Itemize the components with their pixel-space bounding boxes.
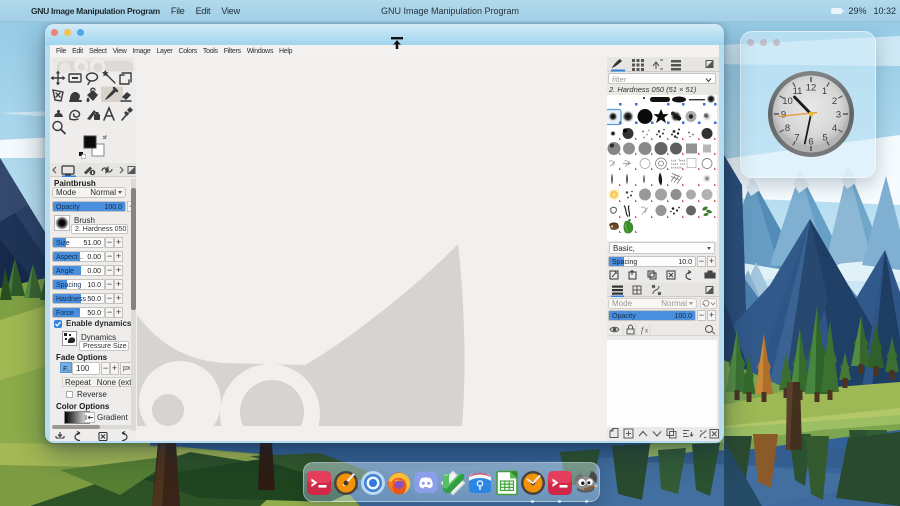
svg-text:txttxt: txttxt [671, 167, 682, 170]
svg-text:4: 4 [832, 123, 837, 134]
svg-text:3: 3 [836, 110, 841, 121]
svg-text:9: 9 [781, 110, 786, 121]
svg-text:12: 12 [806, 83, 817, 94]
svg-text:6: 6 [808, 137, 813, 148]
svg-text:5: 5 [822, 133, 827, 144]
svg-text:x: x [645, 329, 648, 335]
svg-text:7: 7 [794, 133, 799, 144]
svg-text:2: 2 [832, 96, 837, 107]
svg-text:8: 8 [785, 123, 790, 134]
svg-text:10: 10 [782, 96, 793, 107]
svg-text:1: 1 [822, 86, 827, 97]
svg-text:11: 11 [793, 86, 803, 97]
